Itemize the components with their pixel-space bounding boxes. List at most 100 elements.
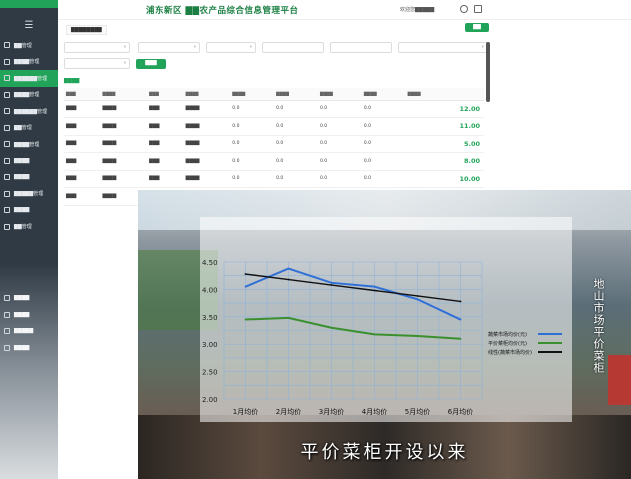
- sidebar-item[interactable]: ▇▇管理: [0, 120, 58, 137]
- table-cell: ▇▇▇▇: [183, 170, 231, 188]
- filter-select-1[interactable]: ▾: [64, 42, 130, 53]
- table-cell: ▇▇▇: [64, 187, 101, 206]
- series-point: [330, 281, 333, 284]
- legend-label: 平价菜柜均价(元): [488, 340, 527, 347]
- series-point: [244, 285, 247, 288]
- sidebar-item[interactable]: ▇▇管理: [0, 37, 58, 54]
- table-cell: 0.0: [361, 117, 406, 136]
- y-tick-label: 3.00: [202, 341, 218, 349]
- table-row[interactable]: ▇▇▇ ▇▇▇▇ ▇▇▇ ▇▇▇▇ 0.0 0.0 0.0 0.0 10.00: [64, 170, 484, 188]
- column-header[interactable]: ▇▇▇▇: [405, 88, 484, 101]
- sidebar-item[interactable]: ▇▇▇▇▇管理: [0, 186, 58, 203]
- table-cell: 0.0: [230, 135, 275, 153]
- table-cell: 0.0: [361, 100, 406, 118]
- filter-select-5[interactable]: ▾: [64, 58, 130, 69]
- table-cell: 0.0: [317, 135, 362, 153]
- filter-select-2[interactable]: ▾: [138, 42, 200, 53]
- table-cell: ▇▇▇▇: [183, 117, 231, 136]
- table-cell: ▇▇▇: [147, 170, 184, 188]
- series-point: [244, 273, 247, 275]
- scrollbar[interactable]: [486, 42, 490, 102]
- filter-select-4[interactable]: ▾: [398, 42, 488, 53]
- sidebar-item[interactable]: ▇▇▇▇▇▇管理: [0, 103, 58, 120]
- video-subtitle: 平价菜柜开设以来: [300, 442, 469, 463]
- sidebar-item-label: ▇▇▇▇管理: [14, 59, 40, 66]
- filter-select-3[interactable]: ▾: [206, 42, 256, 53]
- column-header[interactable]: ▇▇▇▇: [100, 88, 148, 101]
- sidebar-item[interactable]: ▇▇▇▇▇▇管理: [0, 70, 58, 87]
- y-tick-label: 2.00: [202, 396, 218, 404]
- table-cell: 0.0: [230, 170, 275, 188]
- table-cell: 0.0: [317, 117, 362, 136]
- sidebar-item-label: ▇▇管理: [14, 125, 32, 132]
- menu-item-icon: [4, 141, 10, 148]
- sidebar-item[interactable]: ▇▇▇▇管理: [0, 54, 58, 71]
- table-cell: ▇▇▇: [64, 100, 101, 118]
- series-point: [416, 295, 419, 297]
- legend-label: 蔬菜市场均价(元): [488, 331, 527, 338]
- column-header[interactable]: ▇▇▇▇: [361, 88, 406, 101]
- y-tick-label: 4.00: [202, 286, 218, 294]
- sidebar-nav: ▇▇管理 ▇▇▇▇管理 ▇▇▇▇▇▇管理 ▇▇▇▇管理 ▇▇▇▇▇▇管理 ▇▇管理 ▇▇▇▇…: [0, 37, 58, 235]
- main-panel: ▇▇▇▇▇▇▇▇ ▇▇ ▾ ▾ ▾ ▾ ▾ ▇▇▇ ▇▇▇▇ ▇▇▇ ▇▇▇▇ ▇▇…: [58, 20, 493, 206]
- filter-date-start[interactable]: [262, 42, 324, 53]
- column-header[interactable]: ▇▇▇: [147, 88, 184, 101]
- series-point: [287, 267, 290, 270]
- table-row[interactable]: ▇▇▇ ▇▇▇▇ ▇▇▇ ▇▇▇▇ 0.0 0.0 0.0 0.0 5.00: [64, 135, 484, 153]
- price-value: 10.00: [405, 170, 484, 188]
- column-header[interactable]: ▇▇▇▇: [230, 88, 275, 101]
- column-header[interactable]: ▇▇▇▇: [274, 88, 318, 101]
- table-cell: ▇▇▇: [147, 152, 184, 171]
- series-point: [459, 318, 462, 321]
- table-row[interactable]: ▇▇▇ ▇▇▇▇ ▇▇▇ ▇▇▇▇ 0.0 0.0 0.0 0.0 11.00: [64, 117, 484, 136]
- user-greeting[interactable]: 欢迎您▇▇▇▇▇: [400, 6, 434, 13]
- table-cell: ▇▇▇: [147, 135, 184, 153]
- breadcrumb[interactable]: ▇▇▇▇▇▇▇▇: [66, 25, 107, 35]
- sidebar-item-lower[interactable]: ▇▇▇▇: [0, 307, 58, 324]
- sidebar-item[interactable]: ▇▇▇▇管理: [0, 87, 58, 104]
- sidebar-item-lower[interactable]: ▇▇▇▇▇: [0, 323, 58, 340]
- menu-item-icon: [4, 75, 10, 82]
- menu-item-icon: [4, 311, 10, 318]
- price-value: 11.00: [405, 117, 484, 136]
- sidebar-item[interactable]: ▇▇▇▇: [0, 153, 58, 170]
- sidebar-item-lower[interactable]: ▇▇▇▇: [0, 290, 58, 307]
- menu-item-icon: [4, 58, 10, 65]
- menu-item-icon: [4, 108, 10, 115]
- table-cell: ▇▇▇▇: [183, 152, 231, 171]
- price-table: ▇▇▇ ▇▇▇▇ ▇▇▇ ▇▇▇▇ ▇▇▇▇ ▇▇▇▇ ▇▇▇▇ ▇▇▇▇ ▇▇▇▇ ▇▇▇ ▇▇…: [64, 88, 484, 206]
- sidebar-item[interactable]: ▇▇管理: [0, 219, 58, 236]
- settings-icon[interactable]: [474, 5, 482, 13]
- series-point: [373, 333, 376, 336]
- price-chart-svg: 4.50 4.00 3.50 3.00 2.50 2.00 1月均价 2月均价 3月均价 4月均价…: [202, 259, 562, 416]
- table-row[interactable]: ▇▇▇▇▇▇▇▇▇▇▇▇▇▇0.00.00.00.012.00: [64, 100, 484, 118]
- menu-item-icon: [4, 174, 10, 181]
- filter-date-end[interactable]: [330, 42, 392, 53]
- sidebar-item-label: ▇▇▇▇: [14, 295, 30, 302]
- table-cell: 0.0: [361, 135, 406, 153]
- sidebar-item-label: ▇▇管理: [14, 224, 32, 231]
- sidebar: ☰ ▇▇管理 ▇▇▇▇管理 ▇▇▇▇▇▇管理 ▇▇▇▇管理 ▇▇▇▇▇▇管理 ▇▇管理 ▇▇…: [0, 0, 58, 479]
- menu-item-icon: [4, 190, 10, 197]
- sidebar-item-label: ▇▇▇▇: [14, 311, 30, 318]
- table-cell: ▇▇▇: [64, 170, 101, 188]
- logout-icon[interactable]: [460, 5, 468, 13]
- menu-toggle-icon[interactable]: ☰: [0, 8, 58, 37]
- table-cell: ▇▇▇: [64, 117, 101, 136]
- column-header[interactable]: ▇▇▇: [64, 88, 101, 101]
- sidebar-item-lower[interactable]: ▇▇▇▇: [0, 340, 58, 357]
- table-cell: ▇▇▇: [147, 100, 184, 118]
- sidebar-item-label: ▇▇▇▇: [14, 344, 30, 351]
- table-header-row: ▇▇▇ ▇▇▇▇ ▇▇▇ ▇▇▇▇ ▇▇▇▇ ▇▇▇▇ ▇▇▇▇ ▇▇▇▇ ▇▇▇▇: [64, 88, 484, 101]
- top-action-button[interactable]: ▇▇: [465, 23, 489, 32]
- sidebar-item[interactable]: ▇▇▇▇管理: [0, 136, 58, 153]
- search-button[interactable]: ▇▇▇: [136, 59, 166, 69]
- column-header[interactable]: ▇▇▇▇: [183, 88, 231, 101]
- table-cell: 0.0: [361, 152, 406, 171]
- table-cell: ▇▇▇▇: [183, 100, 231, 118]
- column-header[interactable]: ▇▇▇▇: [317, 88, 362, 101]
- series-point: [459, 300, 462, 303]
- table-row[interactable]: ▇▇▇ ▇▇▇▇ ▇▇▇ ▇▇▇▇ 0.0 0.0 0.0 0.0 8.00: [64, 152, 484, 171]
- sidebar-item[interactable]: ▇▇▇▇: [0, 202, 58, 219]
- sidebar-item[interactable]: ▇▇▇▇: [0, 169, 58, 186]
